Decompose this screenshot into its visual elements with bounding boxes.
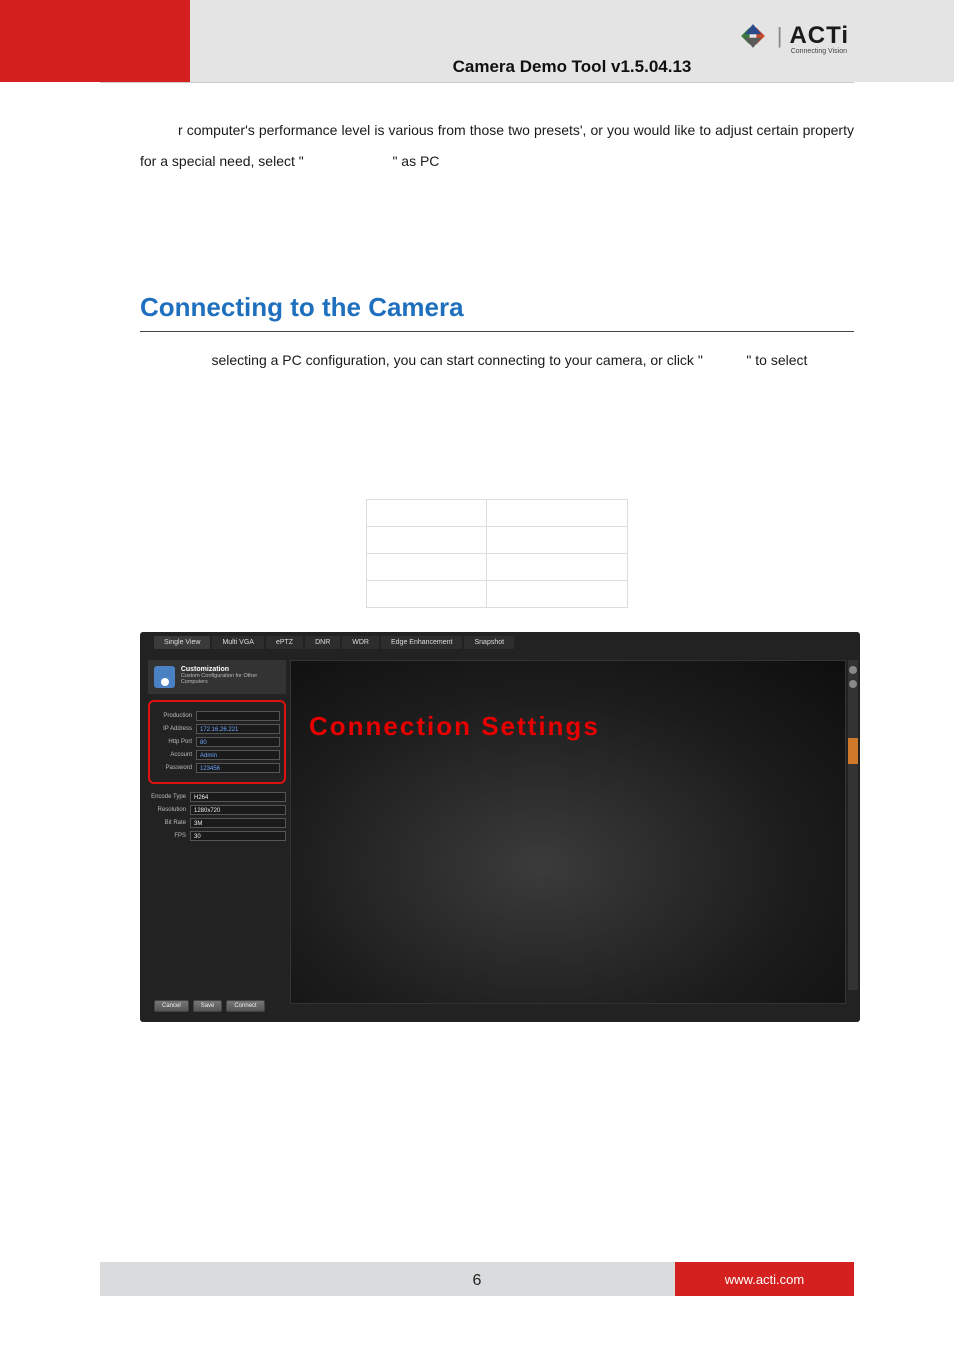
table-cell: Http Port xyxy=(367,526,487,553)
field-row: Password123456 xyxy=(154,763,280,773)
tab-eptz[interactable]: ePTZ xyxy=(266,636,303,649)
field-input[interactable]: 30 xyxy=(190,831,286,841)
customization-icon xyxy=(154,666,175,688)
field-label: Account xyxy=(154,752,196,758)
intro-paragraph: r computer's performance level is variou… xyxy=(140,115,854,177)
p2-text: selecting a PC configuration, you can st… xyxy=(211,352,702,368)
screenshot-right-bar xyxy=(848,660,858,990)
app-screenshot: Single ViewMulti VGAePTZDNRWDREdge Enhan… xyxy=(140,632,860,1022)
intro-ghost-1: Customization xyxy=(304,153,393,169)
field-input[interactable]: 3M xyxy=(190,818,286,828)
customization-tile[interactable]: Customization Custom Configuration for O… xyxy=(148,660,286,694)
field-label: Production xyxy=(154,713,196,719)
hidden-instructions: On left panel, fill in the following fie… xyxy=(140,416,854,469)
tab-single-view[interactable]: Single View xyxy=(154,636,210,649)
field-label: Encode Type xyxy=(148,794,190,800)
field-row: Resolution1280x720 xyxy=(148,805,286,815)
table-row: IP AddressCamera's IP address xyxy=(367,499,627,526)
hidden-instructions-text: On left panel, fill in the following fie… xyxy=(140,421,851,464)
field-label: Bit Rate xyxy=(148,820,190,826)
p2-ghost-start: After xyxy=(178,352,211,368)
field-input[interactable]: 172.16.26.221 xyxy=(196,724,280,734)
field-input[interactable]: 1280x720 xyxy=(190,805,286,815)
field-row: FPS30 xyxy=(148,831,286,841)
tab-dnr[interactable]: DNR xyxy=(305,636,340,649)
customization-sub: Custom Configuration for Other Computers xyxy=(181,673,280,686)
field-input[interactable]: 123456 xyxy=(196,763,280,773)
brand-logo: | ACTi xyxy=(736,22,849,50)
field-label: IP Address xyxy=(154,726,196,732)
header-divider xyxy=(100,82,854,83)
encode-settings-group: Encode TypeH264Resolution1280x720Bit Rat… xyxy=(148,792,286,841)
logo-tagline: Connecting Vision xyxy=(791,48,847,55)
table-cell: Camera's IP address xyxy=(487,499,627,526)
connect-button[interactable]: Connect xyxy=(226,1000,264,1012)
connection-fields-table: IP AddressCamera's IP addressHttp PortCa… xyxy=(366,499,627,608)
field-row: Production xyxy=(154,711,280,721)
intro-ghost-2: Configuration to define the properties y… xyxy=(443,153,730,169)
table-cell: Password xyxy=(367,580,487,607)
footer-url-text: www.acti.com xyxy=(725,1272,804,1287)
tab-bar: Single ViewMulti VGAePTZDNRWDREdge Enhan… xyxy=(154,636,514,649)
tab-snapshot[interactable]: Snapshot xyxy=(464,636,514,649)
field-label: Http Port xyxy=(154,739,196,745)
acti-logo-icon xyxy=(736,22,770,50)
section-divider xyxy=(140,331,854,332)
field-input[interactable] xyxy=(196,711,280,721)
field-input[interactable]: H264 xyxy=(190,792,286,802)
right-dot-icon[interactable] xyxy=(849,666,857,674)
tab-wdr[interactable]: WDR xyxy=(342,636,379,649)
table-cell: Camera's http port xyxy=(487,526,627,553)
save-button[interactable]: Save xyxy=(193,1000,223,1012)
table-cell: Account xyxy=(367,553,487,580)
section-heading: Connecting to the Camera xyxy=(140,292,854,323)
customization-title: Customization xyxy=(181,666,280,673)
tab-multi-vga[interactable]: Multi VGA xyxy=(212,636,264,649)
right-orange-handle[interactable] xyxy=(848,738,858,764)
right-dot-icon[interactable] xyxy=(849,680,857,688)
hidden-after-paragraph: Then choose the stream settings accordin… xyxy=(140,1070,854,1126)
hidden-after-text: Then choose the stream settings accordin… xyxy=(140,1076,705,1120)
connection-settings-group: ProductionIP Address172.16.26.221Http Po… xyxy=(148,700,286,784)
table-row: PasswordCamera's password xyxy=(367,580,627,607)
screenshot-sidebar: Customization Custom Configuration for O… xyxy=(148,660,286,844)
cancel-button[interactable]: Cancel xyxy=(154,1000,189,1012)
connection-settings-label: Connection Settings xyxy=(309,711,600,742)
field-input[interactable]: Admin xyxy=(196,750,280,760)
footer-url[interactable]: www.acti.com xyxy=(675,1262,854,1296)
field-input[interactable]: 80 xyxy=(196,737,280,747)
p2-ghost-line2: another PC configuration type. xyxy=(140,380,329,396)
page-content: r computer's performance level is variou… xyxy=(140,115,854,1126)
p2-tail: " to select xyxy=(746,352,807,368)
document-title: Camera Demo Tool v1.5.04.13 xyxy=(190,57,954,77)
field-row: Bit Rate3M xyxy=(148,818,286,828)
screenshot-main-area: Connection Settings xyxy=(290,660,846,1004)
field-row: Http Port80 xyxy=(154,737,280,747)
field-row: AccountAdmin xyxy=(154,750,280,760)
table-cell: Camera's account xyxy=(487,553,627,580)
field-label: FPS xyxy=(148,833,190,839)
tab-edge-enhancement[interactable]: Edge Enhancement xyxy=(381,636,463,649)
logo-text: ACTi xyxy=(789,22,849,50)
table-row: Http PortCamera's http port xyxy=(367,526,627,553)
field-row: Encode TypeH264 xyxy=(148,792,286,802)
connect-paragraph: After selecting a PC configuration, you … xyxy=(140,346,854,402)
field-row: IP Address172.16.26.221 xyxy=(154,724,280,734)
intro-text-2: " as PC xyxy=(392,153,443,169)
screenshot-buttons: Cancel SaveConnect xyxy=(154,1000,265,1012)
p2-ghost-btn: Cancel xyxy=(703,352,747,368)
red-sidebar xyxy=(0,0,190,82)
field-label: Password xyxy=(154,765,196,771)
logo-pipe: | xyxy=(777,23,783,49)
table-cell: Camera's password xyxy=(487,580,627,607)
table-cell: IP Address xyxy=(367,499,487,526)
table-row: AccountCamera's account xyxy=(367,553,627,580)
field-label: Resolution xyxy=(148,807,190,813)
